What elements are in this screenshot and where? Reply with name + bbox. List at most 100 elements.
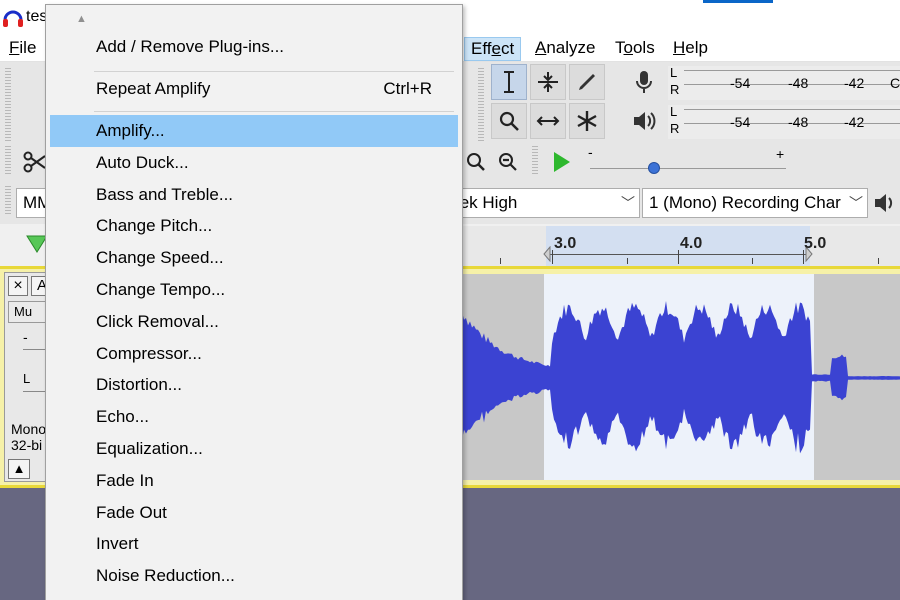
- menu-item-bass-and-treble[interactable]: Bass and Treble...: [50, 179, 458, 211]
- menu-item-change-speed[interactable]: Change Speed...: [50, 242, 458, 274]
- menu-tools-mnemonic: o: [623, 38, 633, 57]
- menu-analyze-label: nalyze: [546, 38, 596, 57]
- zoom-in-icon: [467, 153, 485, 171]
- menu-effect-label-prefix: Eff: [471, 39, 492, 58]
- menu-item-label: Change Speed...: [96, 248, 224, 268]
- menu-item-label: Change Pitch...: [96, 216, 213, 236]
- menu-item-invert[interactable]: Invert: [50, 528, 458, 560]
- track-close-button[interactable]: ×: [8, 276, 28, 296]
- track-info-channels: Mono: [11, 421, 47, 437]
- menu-item-change-tempo[interactable]: Change Tempo...: [50, 274, 458, 306]
- meter-tick-label: -54: [730, 75, 751, 91]
- menu-item-label: Distortion...: [96, 375, 182, 395]
- zoom-in-button[interactable]: [463, 146, 489, 178]
- play-at-speed-button[interactable]: [544, 146, 578, 178]
- toolbar-grip[interactable]: [5, 68, 11, 142]
- title-accent-bar: [703, 0, 773, 3]
- menu-item-noise-reduction[interactable]: Noise Reduction...: [50, 560, 458, 592]
- timeline-ruler[interactable]: 3.0 4.0 5.0: [462, 226, 900, 266]
- recording-device-select[interactable]: tek High ﹀: [448, 188, 640, 218]
- slider-track: [590, 168, 786, 169]
- ruler-label: 3.0: [554, 235, 577, 252]
- meter-tick-label: -54: [730, 114, 751, 130]
- magnifier-icon: [499, 111, 519, 131]
- multi-tool-button[interactable]: [569, 103, 605, 139]
- ruler-tick: [500, 258, 501, 264]
- collapse-track-button[interactable]: ▲: [8, 459, 30, 479]
- microphone-icon: [636, 71, 652, 93]
- meter-tick-label: -42: [844, 114, 865, 130]
- speaker-icon: [875, 194, 893, 212]
- chevron-down-icon: ﹀: [847, 189, 863, 217]
- gain-slider-min: -: [23, 329, 28, 345]
- playback-device-button[interactable]: [870, 186, 900, 220]
- playback-meter[interactable]: L R -54 -48 -42: [668, 105, 900, 139]
- menu-file[interactable]: File: [3, 37, 42, 61]
- menu-item-label: Echo...: [96, 407, 149, 427]
- menu-item-distortion[interactable]: Distortion...: [50, 369, 458, 401]
- menu-item-amplify[interactable]: Amplify...: [50, 115, 458, 147]
- record-meter[interactable]: L R -54 -48 -42 C: [668, 66, 900, 100]
- meter-right-label: R: [670, 121, 680, 136]
- i-beam-icon: [504, 71, 514, 93]
- record-meter-button[interactable]: [628, 64, 660, 100]
- menu-item-change-pitch[interactable]: Change Pitch...: [50, 210, 458, 242]
- audio-host-select[interactable]: MM: [16, 188, 46, 218]
- menu-item-auto-duck[interactable]: Auto Duck...: [50, 147, 458, 179]
- scroll-up-arrow-icon[interactable]: ▲: [76, 13, 87, 25]
- playback-meter-button[interactable]: [628, 103, 660, 139]
- zoom-tool-button[interactable]: [491, 103, 527, 139]
- recording-channels-select[interactable]: 1 (Mono) Recording Char ﹀: [642, 188, 868, 218]
- selection-start-marker-icon[interactable]: [542, 246, 552, 262]
- menu-item-fade-out[interactable]: Fade Out: [50, 497, 458, 529]
- menu-item-fade-in[interactable]: Fade In: [50, 465, 458, 497]
- menu-item-repeat-amplify[interactable]: Repeat Amplify Ctrl+R: [50, 73, 458, 105]
- selection-tool-button[interactable]: [491, 64, 527, 100]
- menu-help[interactable]: Help: [667, 37, 714, 61]
- menu-item-label: Amplify...: [96, 121, 165, 140]
- time-shift-tool-button[interactable]: [530, 103, 566, 139]
- menu-item-click-removal[interactable]: Click Removal...: [50, 306, 458, 338]
- menu-item-label: Click Removal...: [96, 311, 219, 331]
- asterisk-icon: [577, 111, 597, 131]
- meter-tick-label: C: [890, 75, 900, 91]
- ruler-tick: [552, 250, 553, 264]
- menu-item-compressor[interactable]: Compressor...: [50, 338, 458, 370]
- toolbar-grip[interactable]: [5, 186, 11, 216]
- menu-effect-label: ct: [500, 39, 515, 58]
- recording-device-value: tek High: [455, 193, 518, 212]
- ruler-label: 5.0: [804, 235, 827, 252]
- slider-thumb[interactable]: [648, 162, 660, 174]
- triangle-up-icon: ▲: [12, 461, 26, 476]
- ruler-tick: [627, 258, 628, 264]
- menu-item-echo[interactable]: Echo...: [50, 401, 458, 433]
- menu-effect-mnemonic: e: [491, 39, 501, 58]
- play-speed-slider[interactable]: - +: [586, 144, 790, 178]
- ruler-tick: [752, 258, 753, 264]
- audio-host-value: MM: [23, 193, 45, 212]
- menu-file-label: ile: [19, 38, 37, 57]
- menu-item-equalization[interactable]: Equalization...: [50, 433, 458, 465]
- zoom-out-button[interactable]: [492, 146, 524, 178]
- effect-menu: ▲ Add / Remove Plug-ins... Repeat Amplif…: [45, 4, 463, 600]
- menu-tools[interactable]: Tools: [609, 37, 661, 61]
- menu-effect[interactable]: Effect: [464, 37, 522, 61]
- draw-tool-button[interactable]: [569, 64, 605, 100]
- waveform-area[interactable]: [462, 274, 900, 480]
- menu-item-label: Invert: [96, 534, 139, 554]
- meter-tick-label: -48: [788, 75, 809, 91]
- menu-separator: [94, 71, 454, 72]
- menu-item-add-remove-plugins[interactable]: Add / Remove Plug-ins...: [50, 31, 458, 63]
- double-arrow-icon: [536, 116, 560, 126]
- menu-analyze[interactable]: Analyze: [529, 37, 601, 61]
- menu-item-label: Repeat Amplify: [96, 79, 211, 98]
- pan-slider-left: L: [23, 371, 31, 386]
- menu-item-label: Fade Out: [96, 502, 167, 522]
- toolbar-grip[interactable]: [5, 146, 11, 176]
- menu-item-label: Add / Remove Plug-ins...: [96, 37, 285, 56]
- menu-item-label: Compressor...: [96, 343, 202, 363]
- envelope-tool-button[interactable]: [530, 64, 566, 100]
- tools-toolbar-grip[interactable]: [478, 68, 484, 142]
- toolbar-grip[interactable]: [532, 146, 538, 176]
- menu-item-label: Change Tempo...: [96, 280, 226, 299]
